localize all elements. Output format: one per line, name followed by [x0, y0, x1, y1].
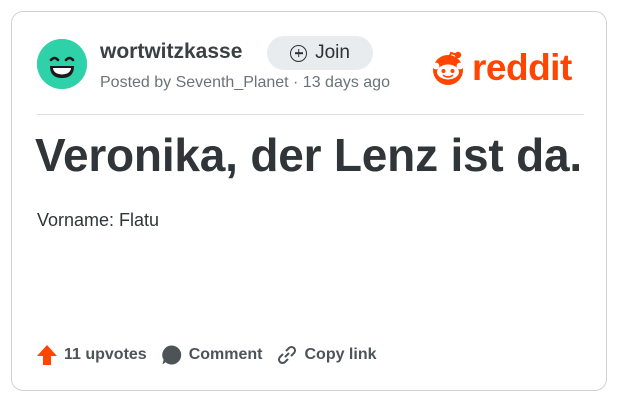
- divider: [37, 114, 584, 115]
- post-body: Vorname: Flatu: [37, 210, 160, 230]
- join-button[interactable]: Join: [267, 36, 373, 70]
- copy-link-label: Copy link: [304, 346, 377, 363]
- post-card: wortwitzkasse Join Posted by Seventh_Pla…: [11, 11, 607, 391]
- upvote-count: 11 upvotes: [64, 346, 147, 363]
- post-meta: Posted by Seventh_Planet · 13 days ago: [100, 74, 390, 91]
- copy-link-button[interactable]: Copy link: [276, 344, 377, 366]
- upvote-button[interactable]: 11 upvotes: [36, 344, 147, 366]
- plus-circle-icon: [290, 44, 308, 62]
- post-title[interactable]: Veronika, der Lenz ist da.: [35, 128, 582, 182]
- subreddit-name[interactable]: wortwitzkasse: [100, 40, 242, 64]
- comment-button[interactable]: Comment: [161, 344, 263, 366]
- subreddit-avatar-icon[interactable]: [37, 39, 87, 89]
- comment-bubble-icon: [162, 345, 181, 365]
- upvote-arrow-icon: [37, 345, 57, 365]
- reddit-logo-icon: [432, 51, 464, 85]
- reddit-logo: reddit: [428, 49, 572, 86]
- comment-label: Comment: [188, 346, 263, 363]
- action-bar: 11 upvotes Comment Copy link: [36, 344, 391, 366]
- link-icon: [278, 345, 297, 365]
- reddit-logo-text: reddit: [472, 47, 572, 88]
- join-label: Join: [315, 42, 350, 63]
